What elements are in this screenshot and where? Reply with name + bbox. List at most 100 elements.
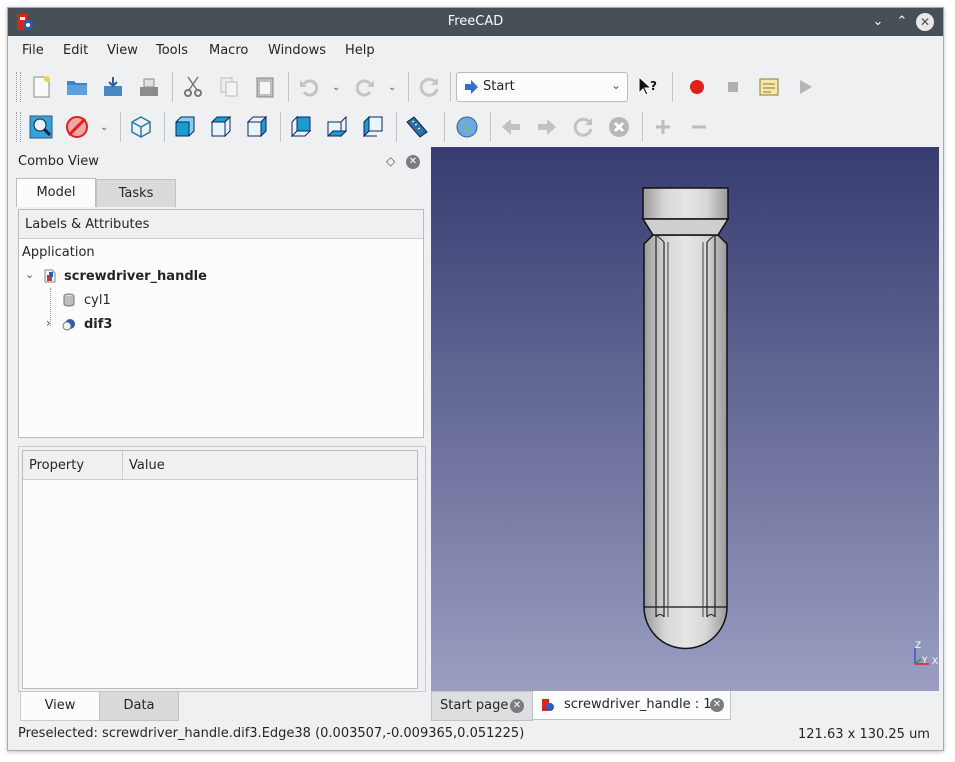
tree-item[interactable]: ⌄ screwdriver_handle [19,266,419,288]
view-bottom-icon[interactable] [324,114,350,140]
stop-loading-icon[interactable] [606,114,632,140]
tree-item[interactable]: › dif3 [19,314,419,336]
workbench-label: Start [483,79,515,94]
forward-arrow-icon[interactable] [534,114,560,140]
measure-distance-icon[interactable] [404,114,430,140]
workbench-selector[interactable]: Start ⌄ [456,72,628,102]
edit-macro-icon[interactable] [756,74,782,100]
view-front-icon[interactable] [172,114,198,140]
boolean-cut-icon [62,319,75,331]
undo-dropdown-icon[interactable]: ⌄ [332,82,340,93]
tab-view[interactable]: View [20,691,100,721]
toolbar-separator [672,72,673,102]
menu-view[interactable]: View [107,43,138,58]
menu-file[interactable]: File [22,43,44,58]
redo-icon[interactable] [352,74,378,100]
status-dimensions: 121.63 x 130.25 um [798,727,930,742]
draw-style-dropdown-icon[interactable]: ⌄ [100,122,108,133]
whats-this-icon[interactable]: ? [636,74,662,100]
undo-icon[interactable] [296,74,322,100]
toolbar-separator [172,72,173,102]
chevron-down-icon[interactable]: ⌄ [25,268,34,281]
close-window-icon[interactable]: ✕ [916,13,934,31]
back-arrow-icon[interactable] [498,114,524,140]
record-macro-icon[interactable] [684,74,710,100]
copy-icon[interactable] [216,74,242,100]
screwdriver-handle-model[interactable] [431,147,939,691]
stop-macro-icon[interactable] [720,74,746,100]
minimize-icon[interactable]: ⌄ [869,13,887,31]
float-panel-icon[interactable]: ◇ [386,154,395,168]
view-rear-icon[interactable] [288,114,314,140]
toolbar-separator [490,112,491,142]
tab-model[interactable]: Model [16,178,96,207]
redo-dropdown-icon[interactable]: ⌄ [388,82,396,93]
toolbar-separator [642,112,643,142]
view-top-icon[interactable] [208,114,234,140]
save-as-icon[interactable] [136,74,162,100]
menu-bar: File Edit View Tools Macro Windows Help [8,36,943,64]
chevron-right-icon[interactable]: › [46,316,51,330]
tab-screwdriver-handle[interactable]: screwdriver_handle : 1 ✕ [532,691,731,720]
freecad-document-icon [542,699,554,711]
column-divider [122,451,123,479]
open-folder-icon[interactable] [64,74,90,100]
fit-all-icon[interactable] [28,114,54,140]
menu-tools[interactable]: Tools [156,43,188,58]
menu-windows[interactable]: Windows [268,43,326,58]
application-label: Application [22,245,95,260]
combo-view-title: Combo View [18,154,99,169]
tree-header: Labels & Attributes [19,210,423,239]
close-panel-icon[interactable]: ✕ [406,155,420,169]
reload-icon[interactable] [570,114,596,140]
toolbar-handle[interactable] [16,72,21,102]
tree-item[interactable]: cyl1 [19,290,419,312]
tab-start-page[interactable]: Start page ✕ [431,691,533,721]
tab-data[interactable]: Data [99,691,179,721]
toolbar-separator [120,112,121,142]
tab-screwdriver-handle-label: screwdriver_handle : 1 [564,697,712,712]
tree-item-label: cyl1 [84,293,111,308]
property-table-header: Property Value [23,451,417,480]
save-icon[interactable] [100,74,126,100]
toolbar-separator [444,112,445,142]
paste-icon[interactable] [252,74,278,100]
status-preselection: Preselected: screwdriver_handle.dif3.Edg… [18,726,525,741]
toolbar-view: ⌄ [8,108,943,146]
toolbar-separator [280,112,281,142]
tree-item-label: dif3 [84,317,113,332]
web-globe-icon[interactable] [454,114,480,140]
tree-view[interactable]: Labels & Attributes Application ⌄ screwd… [18,209,424,438]
toolbar-separator [408,72,409,102]
menu-help[interactable]: Help [345,43,375,58]
property-table[interactable]: Property Value [22,450,418,689]
tab-tasks[interactable]: Tasks [96,179,176,209]
view-left-icon[interactable] [360,114,386,140]
toolbar-separator [164,112,165,142]
value-column-header[interactable]: Value [129,458,165,473]
refresh-icon[interactable] [416,74,442,100]
draw-style-icon[interactable] [64,114,90,140]
menu-edit[interactable]: Edit [63,43,88,58]
cut-icon[interactable] [180,74,206,100]
close-tab-icon[interactable]: ✕ [510,699,524,713]
zoom-in-icon[interactable] [650,114,676,140]
view-isometric-icon[interactable] [128,114,154,140]
maximize-icon[interactable]: ⌃ [893,13,911,31]
property-panel: Property Value [18,446,426,692]
document-icon [44,269,56,283]
new-document-icon[interactable] [28,74,54,100]
zoom-out-icon[interactable] [686,114,712,140]
axis-y-label: Y [922,656,928,666]
run-macro-icon[interactable] [792,74,818,100]
3d-viewport[interactable]: Z Y X [431,147,939,691]
tab-start-page-label: Start page [440,698,509,713]
toolbar-separator [396,112,397,142]
property-column-header[interactable]: Property [29,458,84,473]
toolbar-handle[interactable] [16,112,21,142]
cylinder-icon [63,293,75,307]
close-tab-icon[interactable]: ✕ [710,698,724,712]
view-right-icon[interactable] [244,114,270,140]
svg-text:?: ? [650,79,657,93]
menu-macro[interactable]: Macro [209,43,248,58]
